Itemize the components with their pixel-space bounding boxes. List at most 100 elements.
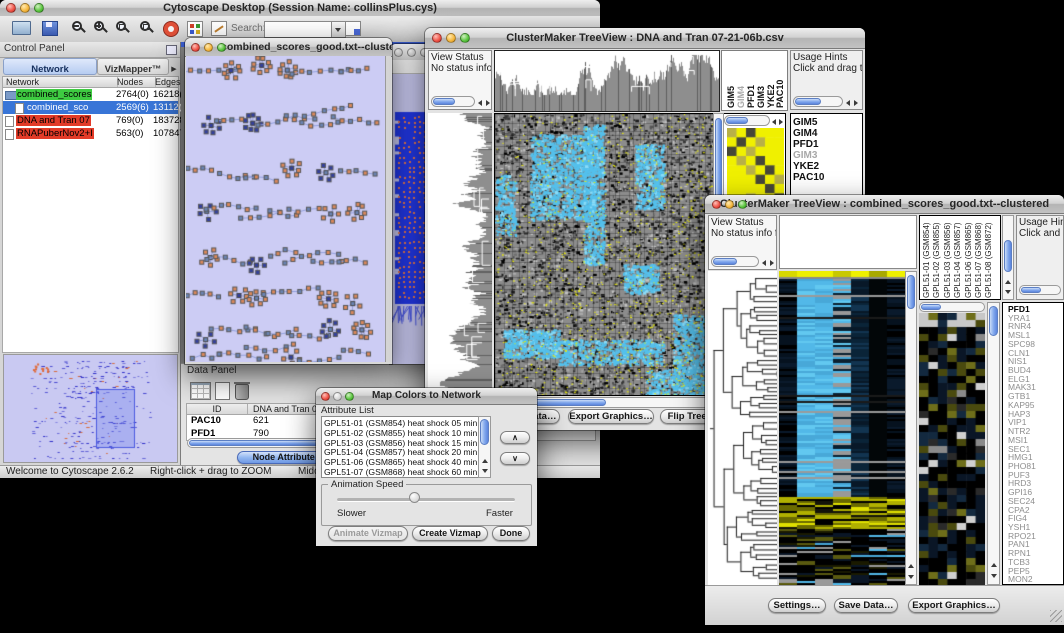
network-vscrollbar[interactable] xyxy=(385,56,391,362)
row-label[interactable]: PFD1 xyxy=(793,139,819,150)
minimize-button[interactable] xyxy=(333,392,342,401)
zoom-fit-icon[interactable] xyxy=(116,21,131,36)
animation-speed-slider[interactable] xyxy=(337,498,515,502)
attribute-list[interactable]: GPL51-01 (GSM854) heat shock 05 minGPL51… xyxy=(321,416,479,478)
usage-hints-hscrollbar[interactable] xyxy=(793,96,843,107)
minimize-button[interactable] xyxy=(407,48,416,57)
zoom-in-icon[interactable] xyxy=(94,21,109,36)
treeview-button[interactable]: Save Data… xyxy=(834,598,898,613)
network-graph-canvas[interactable] xyxy=(186,56,385,362)
treeview-button[interactable]: Settings… xyxy=(768,598,826,613)
correlation-heatmap-canvas[interactable] xyxy=(494,113,714,396)
view-status-hscrollbar[interactable] xyxy=(431,96,475,107)
scrollbar-thumb[interactable] xyxy=(989,306,998,336)
search-dropdown-button[interactable] xyxy=(331,21,346,38)
vizmap-palette-icon[interactable] xyxy=(187,21,203,37)
tab-network[interactable]: Network xyxy=(3,58,97,75)
column-dendrogram-canvas[interactable] xyxy=(494,50,720,112)
network-table-header-cell[interactable]: Network xyxy=(3,77,118,87)
scroll-down-icon[interactable] xyxy=(908,575,914,579)
table-row[interactable]: RNAPuberNov2+I563(0)107847(0) xyxy=(3,127,178,140)
trash-icon[interactable] xyxy=(235,384,249,400)
open-folder-icon[interactable] xyxy=(12,21,31,35)
zoom-out-icon[interactable] xyxy=(72,21,87,36)
zoom-button[interactable] xyxy=(738,200,747,209)
tab-vizmapper[interactable]: VizMapper™ xyxy=(97,58,169,75)
scroll-down-icon[interactable] xyxy=(482,469,488,473)
scrollbar-thumb[interactable] xyxy=(1021,287,1041,293)
tab-overflow-button[interactable]: ▶ xyxy=(169,58,179,73)
new-document-icon[interactable] xyxy=(215,382,230,400)
zoom-selected-icon[interactable] xyxy=(140,21,155,36)
row-label[interactable]: GIM4 xyxy=(793,128,817,139)
attribute-list-item[interactable]: GPL51-02 (GSM855) heat shock 10 min xyxy=(324,428,477,438)
close-button[interactable] xyxy=(6,3,16,13)
close-button[interactable] xyxy=(712,200,721,209)
scroll-right-icon[interactable] xyxy=(770,260,774,266)
scroll-right-icon[interactable] xyxy=(779,119,783,125)
scroll-right-icon[interactable] xyxy=(486,100,490,106)
gene-label[interactable]: MON2 xyxy=(1008,575,1033,584)
heatmap-vscrollbar[interactable] xyxy=(905,271,917,585)
move-up-button[interactable]: ∧ xyxy=(500,431,530,444)
close-button[interactable] xyxy=(321,392,330,401)
treeview-button[interactable]: Export Graphics… xyxy=(908,598,1000,613)
scroll-left-icon[interactable] xyxy=(762,260,766,266)
attribute-list-vscrollbar[interactable] xyxy=(478,416,491,478)
global-view-hscrollbar[interactable] xyxy=(919,302,985,312)
attribute-list-item[interactable]: GPL51-06 (GSM865) heat shock 40 min xyxy=(324,457,477,467)
annotation-icon[interactable] xyxy=(211,21,227,36)
scrollbar-thumb[interactable] xyxy=(921,304,941,310)
search-input[interactable] xyxy=(264,21,332,38)
done-button[interactable]: Done xyxy=(492,526,530,541)
submatrix-hscrollbar[interactable] xyxy=(724,115,770,126)
row-label[interactable]: GIM5 xyxy=(793,117,817,128)
row-label[interactable]: YKE2 xyxy=(793,161,819,172)
zoom-button[interactable] xyxy=(217,43,226,52)
attribute-list-item[interactable]: GPL51-03 (GSM856) heat shock 15 min xyxy=(324,438,477,448)
search-options-icon[interactable] xyxy=(344,21,361,36)
minimize-button[interactable] xyxy=(446,33,456,43)
attribute-list-item[interactable]: GPL51-01 (GSM854) heat shock 05 min xyxy=(324,418,477,428)
row-label[interactable]: PAC10 xyxy=(793,172,825,183)
attribute-list-item[interactable]: GPL51-07 (GSM868) heat shock 60 min xyxy=(324,467,477,477)
float-panel-icon[interactable] xyxy=(166,45,177,55)
gene-list-vscrollbar[interactable] xyxy=(987,302,1000,585)
close-button[interactable] xyxy=(394,48,403,57)
main-title-bar[interactable]: Cytoscape Desktop (Session Name: collins… xyxy=(0,0,600,17)
scrollbar-thumb[interactable] xyxy=(726,117,748,124)
scroll-up-icon[interactable] xyxy=(908,564,914,568)
view-status-hscrollbar[interactable] xyxy=(711,256,759,267)
help-ring-icon[interactable] xyxy=(163,21,179,37)
zoom-button[interactable] xyxy=(34,3,44,13)
attribute-list-item[interactable]: GPL51-04 (GSM857) heat shock 20 min xyxy=(324,447,477,457)
scroll-right-icon[interactable] xyxy=(854,100,858,106)
minimize-button[interactable] xyxy=(725,200,734,209)
network-overview-canvas[interactable] xyxy=(4,355,177,462)
slider-thumb[interactable] xyxy=(409,492,420,503)
scroll-left-icon[interactable] xyxy=(772,119,776,125)
treeview-combined-title-bar[interactable]: ClusterMaker TreeView : combined_scores_… xyxy=(705,195,1064,214)
move-down-button[interactable]: ∨ xyxy=(500,452,530,465)
network-table-header-cell[interactable]: Edges xyxy=(152,77,184,87)
column-labels-vscrollbar[interactable] xyxy=(1002,215,1014,300)
usage-hints-hscrollbar[interactable] xyxy=(1019,285,1061,295)
scroll-down-icon[interactable] xyxy=(1005,290,1011,294)
scrollbar-thumb[interactable] xyxy=(433,98,455,105)
close-button[interactable] xyxy=(432,33,442,43)
scroll-left-icon[interactable] xyxy=(846,100,850,106)
zoom-button[interactable] xyxy=(345,392,354,401)
scrollbar-thumb[interactable] xyxy=(795,98,821,105)
treeview-button[interactable]: Export Graphics… xyxy=(568,409,654,424)
row-dendrogram-canvas[interactable] xyxy=(708,271,777,585)
expression-heatmap-canvas[interactable] xyxy=(779,271,905,585)
scroll-down-icon[interactable] xyxy=(991,574,997,578)
scroll-up-icon[interactable] xyxy=(991,563,997,567)
save-icon[interactable] xyxy=(42,21,58,36)
table-row[interactable]: DNA and Tran 07769(0)183728(0) xyxy=(3,114,178,127)
id-column-header[interactable]: ID xyxy=(187,404,248,414)
minimize-button[interactable] xyxy=(20,3,30,13)
scrollbar-thumb[interactable] xyxy=(1004,240,1012,272)
scroll-up-icon[interactable] xyxy=(1005,280,1011,284)
scroll-left-icon[interactable] xyxy=(478,100,482,106)
